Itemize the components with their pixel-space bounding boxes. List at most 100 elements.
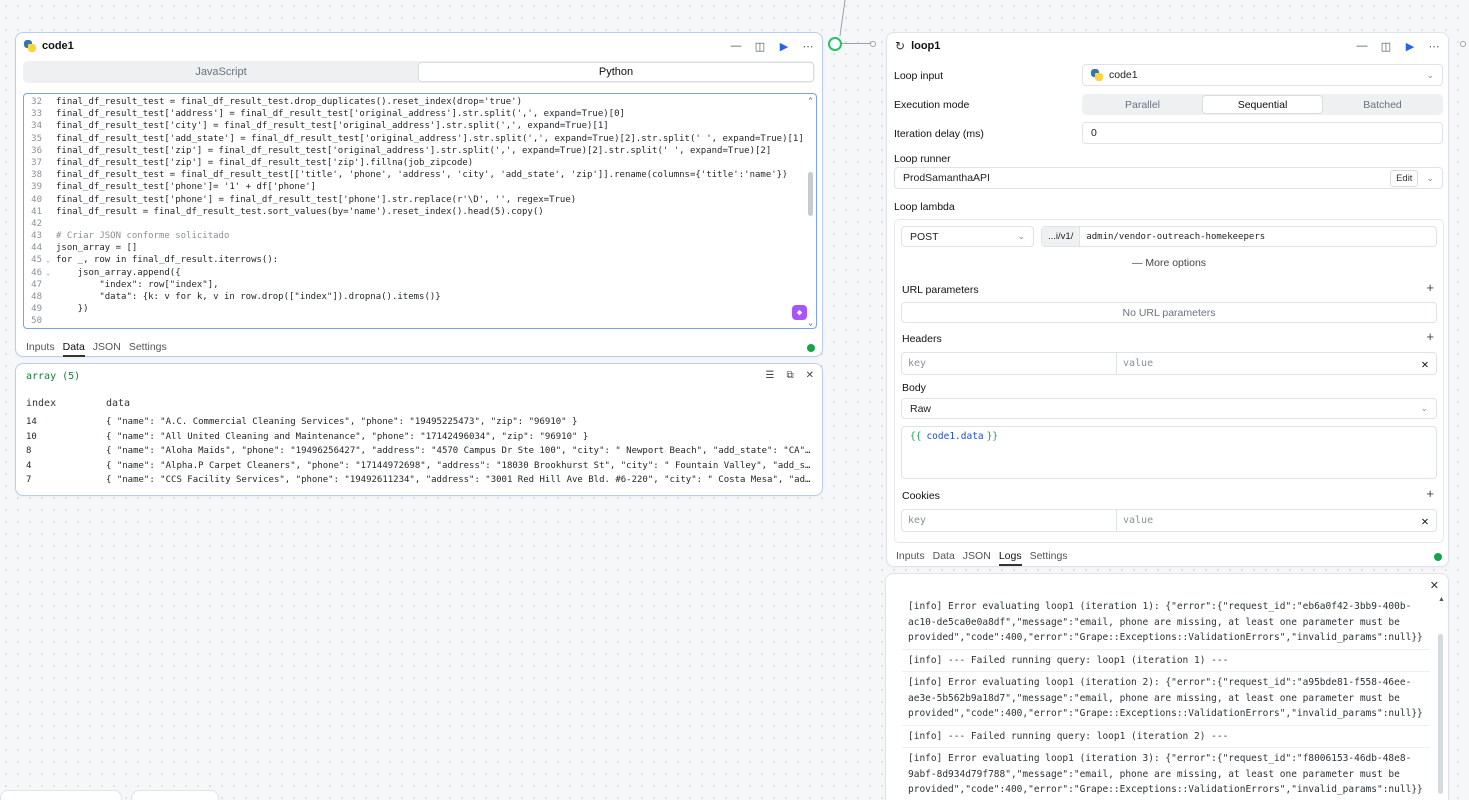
- line-number: 37: [31, 157, 42, 168]
- play-icon[interactable]: ▶: [1404, 40, 1416, 53]
- loop1-output-handle[interactable]: [1460, 41, 1466, 47]
- table-row[interactable]: 10 { "name": "All United Cleaning and Mai…: [26, 432, 811, 447]
- tab-python[interactable]: Python: [418, 62, 814, 82]
- code-text: "data": {k: v for k, v in row.drop(["ind…: [56, 292, 441, 302]
- add-cookie-icon[interactable]: +: [1426, 486, 1434, 501]
- tab-json[interactable]: JSON: [93, 341, 121, 357]
- code1-header: code1 — ◫ ▶ ⋯: [16, 33, 822, 59]
- code-text: for _, row in final_df_result.iterrows()…: [56, 255, 279, 266]
- mode-sequential[interactable]: Sequential: [1202, 95, 1323, 114]
- cookie-key-input[interactable]: key: [902, 510, 1117, 531]
- method-select[interactable]: POST ⌄: [901, 226, 1034, 247]
- tab-logs[interactable]: Logs: [998, 550, 1022, 566]
- log-entry: [info] --- Failed running query: loop1 (…: [902, 650, 1430, 672]
- connector-handle[interactable]: [828, 37, 842, 51]
- scroll-down-icon[interactable]: ⌄: [808, 318, 813, 327]
- code-line: 39 final_df_result_test['phone']= '1' + d…: [24, 181, 816, 193]
- partial-node-2[interactable]: [131, 790, 219, 800]
- code-line: 38 final_df_result_test = final_df_result…: [24, 169, 816, 181]
- code-line: 44 json_array = []: [24, 242, 816, 254]
- tab-json[interactable]: JSON: [963, 550, 991, 566]
- body-expression: code1.data: [926, 431, 984, 442]
- logs-scroll-thumb[interactable]: [1438, 634, 1443, 794]
- tab-settings[interactable]: Settings: [1030, 550, 1068, 566]
- code1-node[interactable]: code1 — ◫ ▶ ⋯ JavaScript Python 32 final_…: [15, 32, 823, 357]
- code-line: 41 final_df_result = final_df_result_test…: [24, 206, 816, 218]
- code-line: 40 final_df_result_test['phone'] = final_…: [24, 194, 816, 206]
- close-icon[interactable]: ✕: [1430, 579, 1439, 592]
- list-view-icon[interactable]: ☰: [766, 370, 775, 381]
- scroll-up-icon[interactable]: ▲: [1438, 596, 1445, 603]
- editor-scrollbar[interactable]: [808, 172, 813, 216]
- more-options-button[interactable]: — More options: [895, 257, 1443, 269]
- cookies-label: Cookies: [902, 490, 940, 502]
- body-editor[interactable]: {{ code1.data }}: [901, 426, 1437, 479]
- code-line: 32 final_df_result_test = final_df_result…: [24, 96, 816, 108]
- mode-parallel[interactable]: Parallel: [1083, 95, 1202, 114]
- code-line: 49 }): [24, 303, 816, 315]
- table-row[interactable]: 7 { "name": "CCS Facility Services", "pho…: [26, 475, 811, 490]
- split-view-icon[interactable]: ◫: [754, 40, 766, 53]
- logs-scrollbar[interactable]: ▲: [1438, 596, 1445, 800]
- table-row[interactable]: 14 { "name": "A.C. Commercial Cleaning Se…: [26, 417, 811, 432]
- edit-runner-button[interactable]: Edit: [1390, 169, 1419, 187]
- table-row[interactable]: 8 { "name": "Aloha Maids", "phone": "1949…: [26, 446, 811, 461]
- loop1-node[interactable]: ↻ loop1 — ◫ ▶ ⋯ Loop input code1 ⌄ Execu…: [886, 32, 1449, 567]
- split-view-icon[interactable]: ◫: [1380, 40, 1392, 53]
- minus-icon[interactable]: —: [730, 40, 742, 52]
- code-line: 48 "data": {k: v for k, v in row.drop(["…: [24, 291, 816, 303]
- close-icon[interactable]: ✕: [1414, 353, 1436, 374]
- mode-batched[interactable]: Batched: [1323, 95, 1442, 114]
- code-lines: 32 final_df_result_test = final_df_result…: [24, 94, 816, 328]
- copy-icon[interactable]: ⧉: [786, 370, 793, 381]
- code-text: final_df_result_test['zip'] = final_df_r…: [56, 145, 772, 156]
- line-number: 49: [31, 304, 42, 315]
- partial-node-1[interactable]: [0, 790, 122, 800]
- iteration-delay-input[interactable]: 0: [1082, 122, 1443, 144]
- row-data: { "name": "Aloha Maids", "phone": "19496…: [106, 446, 811, 457]
- tab-data[interactable]: Data: [62, 341, 85, 357]
- tab-settings[interactable]: Settings: [129, 341, 167, 357]
- python-icon: [24, 40, 36, 52]
- header-value-input[interactable]: value: [1117, 353, 1414, 374]
- header-key-input[interactable]: key: [902, 353, 1117, 374]
- code-text: final_df_result_test['add_state'] = fina…: [56, 133, 804, 144]
- body-type-select[interactable]: Raw ⌄: [901, 398, 1437, 419]
- row-data: { "name": "A.C. Commercial Cleaning Serv…: [106, 417, 578, 427]
- code-line: 46 ⌄ json_array.append({: [24, 267, 816, 279]
- loop1-header: ↻ loop1 — ◫ ▶ ⋯: [887, 33, 1448, 59]
- log-entry: [info] Error evaluating loop1 (iteration…: [902, 596, 1430, 650]
- code-text: final_df_result_test['phone'] = final_df…: [56, 194, 577, 205]
- add-header-icon[interactable]: +: [1426, 329, 1434, 344]
- loop1-input-handle[interactable]: [870, 41, 876, 47]
- line-number: 43: [31, 231, 42, 242]
- line-number: 50: [31, 316, 42, 327]
- url-input[interactable]: ...i/v1/ admin/vendor-outreach-homekeepe…: [1041, 226, 1437, 247]
- line-number: 41: [31, 206, 42, 217]
- cookie-value-input[interactable]: value: [1117, 510, 1414, 531]
- code-line: 35 final_df_result_test['add_state'] = fi…: [24, 133, 816, 145]
- tab-inputs[interactable]: Inputs: [896, 550, 925, 566]
- play-icon[interactable]: ▶: [778, 40, 790, 53]
- loop-lambda-panel: POST ⌄ ...i/v1/ admin/vendor-outreach-ho…: [894, 219, 1444, 543]
- row-data: { "name": "CCS Facility Services", "phon…: [106, 475, 811, 486]
- close-icon[interactable]: ✕: [1414, 510, 1436, 531]
- tab-data[interactable]: Data: [933, 550, 955, 566]
- more-icon[interactable]: ⋯: [802, 40, 814, 53]
- code1-bottom-tabs: Inputs Data JSON Settings: [26, 341, 167, 357]
- close-icon[interactable]: ✕: [806, 370, 814, 381]
- loop-input-select[interactable]: code1 ⌄: [1082, 64, 1443, 86]
- minus-icon[interactable]: —: [1356, 40, 1368, 52]
- log-entry: [info] Error evaluating loop1 (iteration…: [902, 748, 1430, 800]
- table-row[interactable]: 4 { "name": "Alpha.P Carpet Cleaners", "p…: [26, 461, 811, 476]
- loop-runner-select[interactable]: ProdSamanthaAPI Edit ⌄: [894, 167, 1443, 189]
- ai-assistant-icon[interactable]: ◆: [792, 305, 807, 320]
- url-prefix: ...i/v1/: [1042, 227, 1081, 246]
- add-url-param-icon[interactable]: +: [1426, 280, 1434, 295]
- scroll-up-icon[interactable]: ⌃: [808, 96, 813, 105]
- more-icon[interactable]: ⋯: [1428, 40, 1440, 53]
- loop1-actions: — ◫ ▶ ⋯: [1356, 40, 1440, 53]
- tab-inputs[interactable]: Inputs: [26, 341, 55, 357]
- code-editor[interactable]: 32 final_df_result_test = final_df_result…: [23, 93, 817, 329]
- tab-javascript[interactable]: JavaScript: [24, 62, 418, 82]
